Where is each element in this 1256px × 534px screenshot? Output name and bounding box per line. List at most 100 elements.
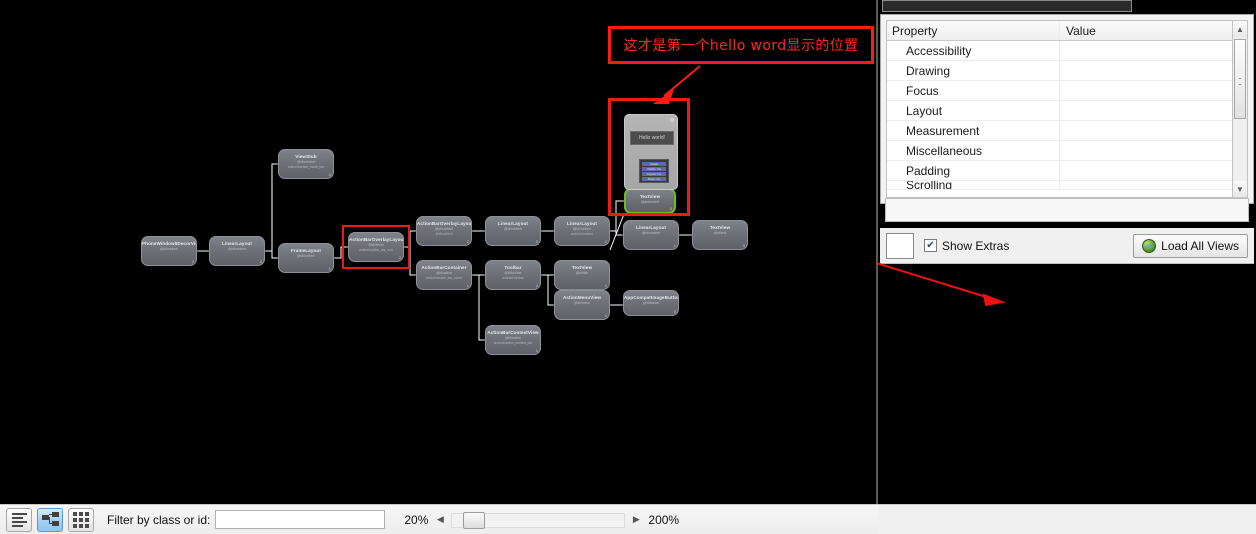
- property-name: Measurement: [887, 121, 1060, 140]
- property-row[interactable]: Measurement: [887, 121, 1247, 141]
- tree-node-detail: android:content: [571, 232, 593, 236]
- property-row[interactable]: Scrolling: [887, 181, 1247, 190]
- tree-node-child-count: 0: [328, 172, 331, 177]
- tree-node-detail: android:action_bar_conta: [426, 276, 462, 280]
- property-value: [1060, 41, 1247, 60]
- property-value: [1060, 141, 1247, 160]
- properties-table[interactable]: Property Value Accessibility Drawing Focus…: [886, 20, 1248, 198]
- tree-node[interactable]: AppCompatImageButton @id/button 0: [623, 290, 679, 316]
- tree-node-subtitle: @id/content: [227, 247, 247, 251]
- preview-corner-dot: [670, 118, 674, 122]
- filter-input[interactable]: [215, 510, 386, 529]
- node-preview-panel: Hello world! Insets Visible: No Layout: …: [624, 114, 678, 190]
- property-row[interactable]: Focus: [887, 81, 1247, 101]
- tree-node-subtitle: @id/content: [641, 231, 661, 235]
- tree-node[interactable]: ActionBarContextView @id/action android:ac…: [485, 325, 541, 355]
- property-name: Focus: [887, 81, 1060, 100]
- properties-rows: Accessibility Drawing Focus Layout Measureme…: [887, 41, 1247, 190]
- tree-node[interactable]: ActionBarContainer @id/action android:acti…: [416, 260, 472, 290]
- tree-node-child-count: 2: [604, 239, 607, 244]
- show-extras-checkbox[interactable]: ✔: [924, 239, 937, 252]
- tree-node-subtitle: @id/content: [296, 254, 316, 258]
- tree-node-child-count: 2: [259, 259, 262, 264]
- tree-node-subtitle: @id/title: [575, 271, 589, 275]
- preview-tip-line-1: Visible: No: [642, 167, 666, 171]
- zoom-slider-left-arrow-icon[interactable]: ◀: [433, 511, 447, 529]
- tree-node-subtitle: @id/content: [159, 247, 179, 251]
- property-name: Padding: [887, 161, 1060, 180]
- tree-edges: [197, 163, 692, 341]
- properties-scroll-up-icon[interactable]: ▲: [1233, 21, 1247, 37]
- zoom-min-label: 20%: [404, 512, 429, 527]
- preview-tip-line-0: Insets: [642, 162, 666, 166]
- load-all-views-button[interactable]: Load All Views: [1133, 233, 1248, 258]
- tree-node-detail: android:toolbar: [502, 276, 524, 280]
- load-all-views-label: Load All Views: [1161, 238, 1239, 253]
- property-value: [1060, 161, 1247, 180]
- properties-scroll-thumb[interactable]: [1234, 39, 1246, 119]
- properties-scroll-down-icon[interactable]: ▼: [1233, 181, 1247, 197]
- tree-node-child-count: 1: [604, 313, 607, 318]
- property-value: [1060, 101, 1247, 120]
- property-name: Scrolling: [887, 181, 1060, 189]
- preview-hello-text: Hello world!: [638, 135, 666, 141]
- tree-node[interactable]: TextView @id/title 1: [554, 260, 610, 290]
- tree-node[interactable]: LinearLayout @id/content 2: [485, 216, 541, 246]
- filter-label: Filter by class or id:: [107, 512, 211, 527]
- tree-node[interactable]: FrameLayout @id/content 1: [278, 243, 334, 273]
- grid-icon: [73, 511, 89, 528]
- color-swatch-button[interactable]: [886, 232, 914, 259]
- right-panel: Property Value Accessibility Drawing Focus…: [878, 0, 1256, 534]
- hierarchy-viewer-window: PhoneWindow$DecorView @id/content 2 LinearL…: [0, 0, 1256, 534]
- tree-node[interactable]: ActionMenuView @id/menu 1: [554, 290, 610, 320]
- property-row[interactable]: Drawing: [887, 61, 1247, 81]
- properties-header-row: Property Value: [887, 21, 1247, 41]
- tree-node-detail: android:action_context_bar: [493, 341, 533, 345]
- preview-tip-line-2: Layout: No: [642, 172, 666, 176]
- view-mode-list-button[interactable]: [6, 507, 32, 532]
- tree-node-child-count: 1: [604, 283, 607, 288]
- tree-node[interactable]: ViewStub @id/content android:action_mode_b…: [278, 149, 334, 179]
- tree-node[interactable]: TextView @id/text 0: [692, 220, 748, 250]
- property-name: Layout: [887, 101, 1060, 120]
- tree-node-child-count: 0: [673, 309, 676, 314]
- tree-node-subtitle: @id/menu: [574, 301, 590, 305]
- zoom-slider-right-arrow-icon[interactable]: ▶: [629, 511, 643, 529]
- view-tree-canvas[interactable]: PhoneWindow$DecorView @id/content 2 LinearL…: [0, 0, 878, 504]
- property-row[interactable]: Layout: [887, 101, 1247, 121]
- tree-node-child-count: 1: [466, 283, 469, 288]
- view-mode-tree-button[interactable]: [37, 507, 63, 532]
- right-top-strip-inner: [882, 0, 1132, 12]
- property-detail-field[interactable]: [885, 198, 1249, 222]
- bottom-toolbar: Filter by class or id: 20% ◀ ▶ 200%: [0, 504, 878, 534]
- right-bottom-strip: [878, 504, 1256, 534]
- tree-node[interactable]: LinearLayout @id/content android:content 2: [554, 216, 610, 246]
- tree-node-child-count: 2: [535, 283, 538, 288]
- tree-node[interactable]: PhoneWindow$DecorView @id/content 2: [141, 236, 197, 266]
- preview-tooltip: Insets Visible: No Layout: No Draw: No: [639, 159, 669, 183]
- property-row[interactable]: Miscellaneous: [887, 141, 1247, 161]
- properties-scrollbar[interactable]: ▲ ▼: [1232, 20, 1248, 198]
- extras-row: ✔ Show Extras Load All Views: [880, 228, 1254, 264]
- property-row[interactable]: Accessibility: [887, 41, 1247, 61]
- properties-header-value: Value: [1066, 23, 1096, 38]
- tree-node[interactable]: LinearLayout @id/content 2: [209, 236, 265, 266]
- zoom-slider[interactable]: ◀ ▶: [433, 510, 643, 530]
- preview-hello-label: Hello world!: [630, 131, 674, 145]
- tree-node-child-count: 2: [466, 239, 469, 244]
- tree-node-child-count: 1: [673, 243, 676, 248]
- property-name: Accessibility: [887, 41, 1060, 60]
- annotation-arrow-down: [652, 65, 701, 104]
- tree-node[interactable]: ActionBarOverlayLayout @id/content @id/con…: [416, 216, 472, 246]
- zoom-max-label: 200%: [648, 512, 680, 527]
- zoom-slider-thumb[interactable]: [463, 511, 486, 529]
- property-name: Drawing: [887, 61, 1060, 80]
- tree-node[interactable]: LinearLayout @id/content 1: [623, 220, 679, 250]
- view-mode-grid-button[interactable]: [68, 507, 94, 532]
- properties-header-name: Property: [887, 21, 1060, 40]
- globe-icon: [1142, 238, 1157, 253]
- tree-node-child-count: 1: [535, 348, 538, 353]
- property-row[interactable]: Padding: [887, 161, 1247, 181]
- tree-node-child-count: 2: [191, 259, 194, 264]
- tree-node[interactable]: Toolbar @id/toolbar android:toolbar 2: [485, 260, 541, 290]
